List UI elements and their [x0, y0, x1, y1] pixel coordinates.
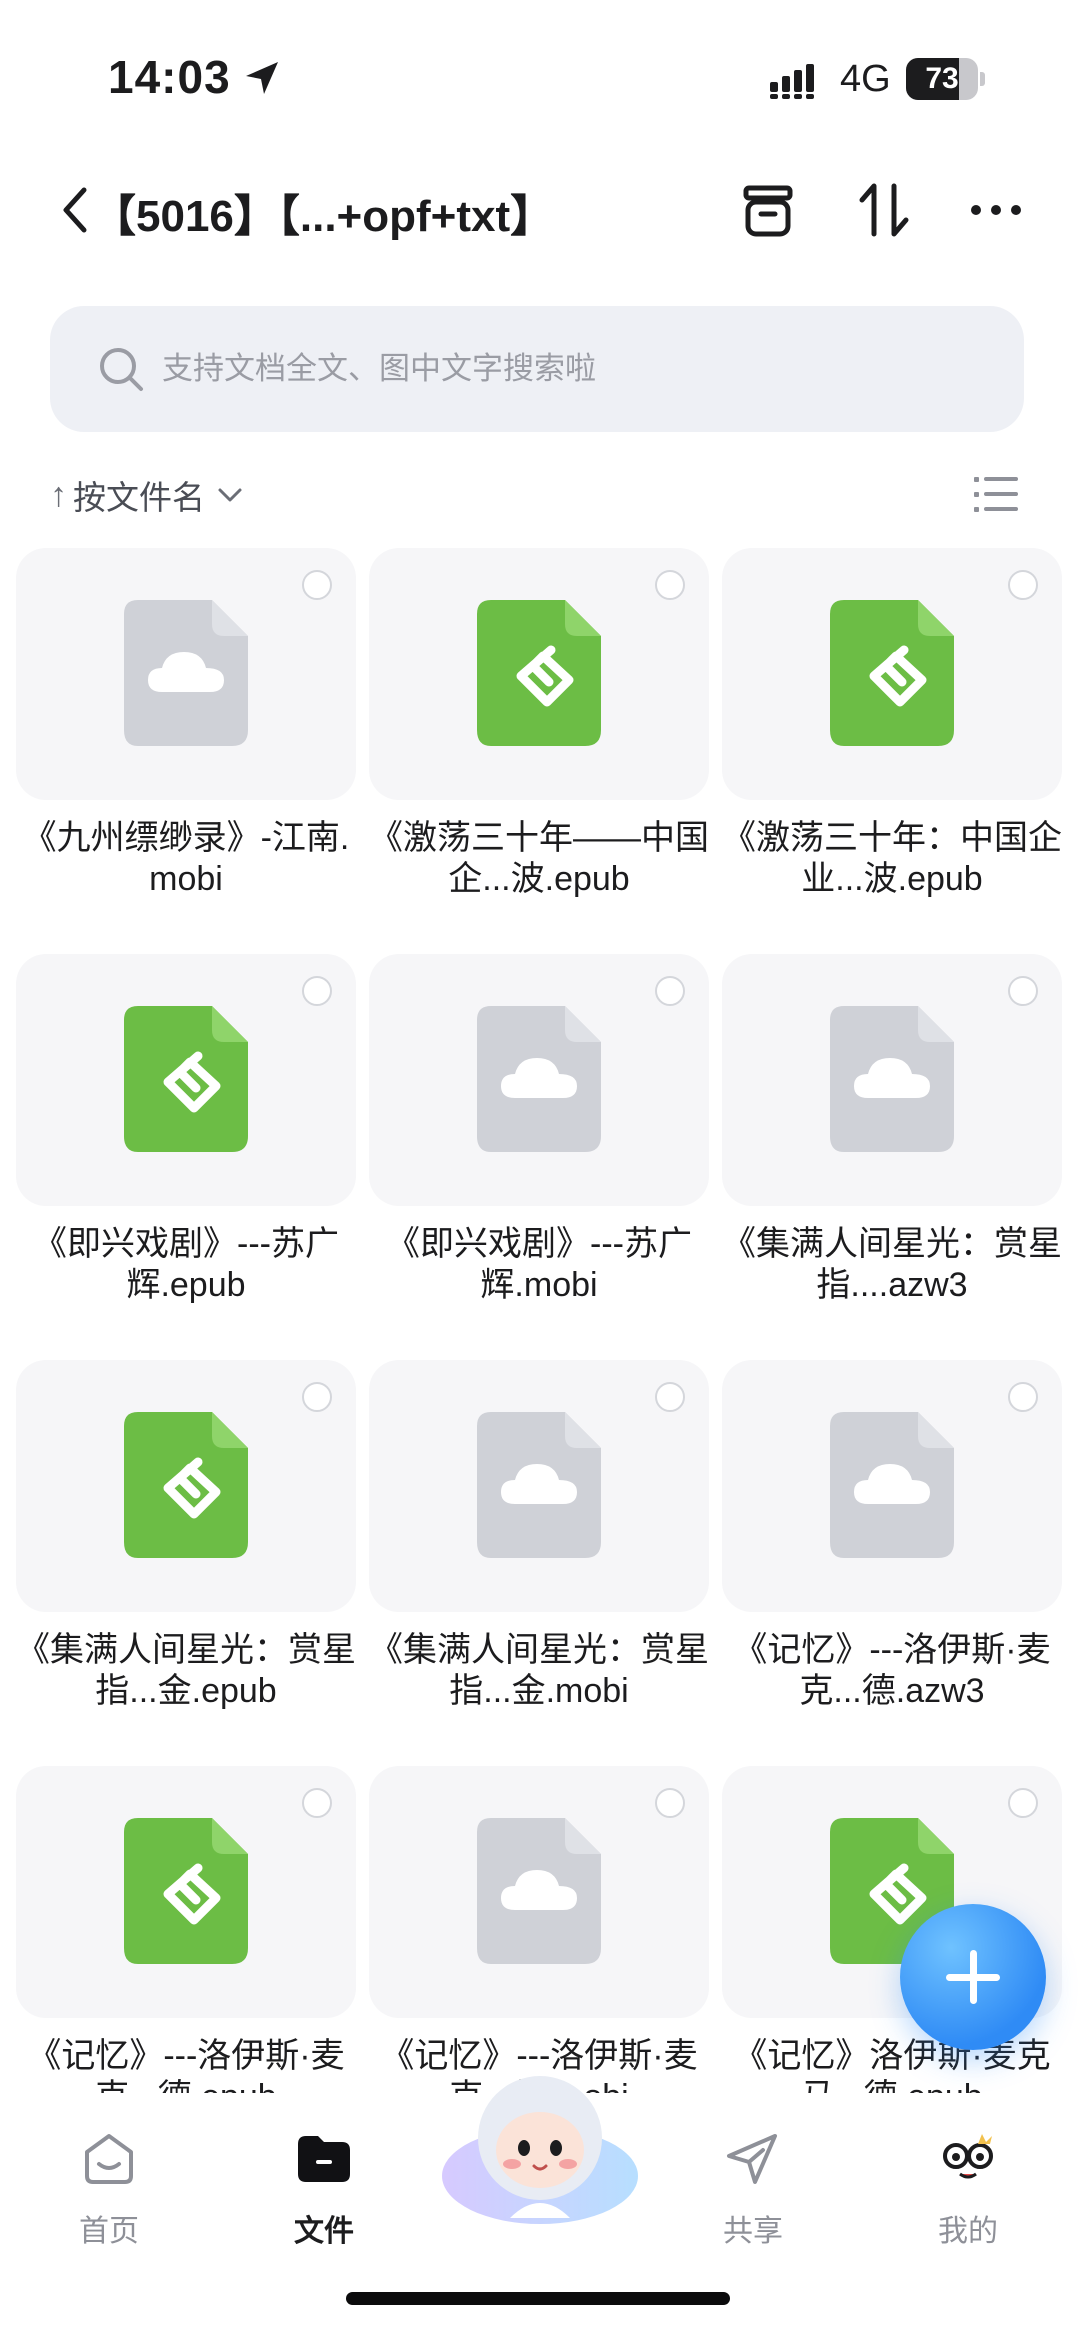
back-chevron-icon[interactable]: [56, 182, 96, 238]
file-thumbnail[interactable]: [722, 548, 1062, 800]
file-name: 《记忆》---洛伊斯·麦克...德.azw3: [733, 1631, 1051, 1710]
search-bar[interactable]: [50, 306, 1024, 432]
file-thumbnail[interactable]: [16, 954, 356, 1206]
cloud-file-icon: [477, 1006, 601, 1152]
assistant-mascot-icon[interactable]: [440, 2068, 640, 2228]
file-card[interactable]: 《即兴戏剧》---苏广辉.mobi: [369, 954, 709, 1354]
battery-indicator: 73: [906, 58, 985, 100]
epub-file-icon: [124, 1818, 248, 1964]
folder-icon: [298, 2136, 350, 2182]
folder-title: 【5016】【...+opf+txt】: [92, 192, 555, 241]
select-checkbox[interactable]: [655, 976, 685, 1006]
tab-me[interactable]: 我的: [893, 2128, 1043, 2268]
file-thumbnail[interactable]: [16, 548, 356, 800]
epub-file-icon: [124, 1006, 248, 1152]
epub-file-icon: [124, 1412, 248, 1558]
chevron-down-icon: [218, 488, 242, 502]
sort-icon[interactable]: [852, 178, 916, 242]
file-name: 《集满人间星光：赏星指...金.epub: [16, 1631, 356, 1710]
select-checkbox[interactable]: [302, 1382, 332, 1412]
cloud-file-icon: [830, 1412, 954, 1558]
file-name: 《激荡三十年——中国企...波.epub: [369, 819, 709, 898]
select-checkbox[interactable]: [655, 570, 685, 600]
select-checkbox[interactable]: [1008, 1382, 1038, 1412]
file-name: 《九州缥缈录》-江南.mobi: [22, 819, 350, 898]
file-card[interactable]: 《激荡三十年：中国企业...波.epub: [722, 548, 1062, 948]
file-thumbnail[interactable]: [722, 1360, 1062, 1612]
status-time: 14:03: [108, 51, 231, 103]
home-icon: [85, 2134, 133, 2184]
sort-selector[interactable]: ↑ 按文件名: [50, 470, 245, 520]
network-type: 4G: [840, 58, 891, 100]
cellular-signal-icon: [770, 64, 814, 99]
file-grid: 《九州缥缈录》-江南.mobi 《激荡三十年——中国企...波.epub 《激荡三十…: [16, 548, 1066, 2093]
cloud-file-icon: [477, 1412, 601, 1558]
cloud-file-icon: [124, 600, 248, 746]
send-icon: [727, 2134, 777, 2184]
file-thumbnail[interactable]: [369, 1766, 709, 2018]
nav-bar: 【5016】【...+opf+txt】: [0, 160, 1080, 260]
file-name: 《集满人间星光：赏星指...金.mobi: [369, 1631, 709, 1710]
select-checkbox[interactable]: [1008, 570, 1038, 600]
file-card[interactable]: 《即兴戏剧》---苏广辉.epub: [16, 954, 356, 1354]
file-card[interactable]: 《记忆》---洛伊斯·麦克...德.epub: [16, 1766, 356, 2093]
tab-share-label: 共享: [723, 2215, 783, 2248]
location-arrow-icon: [246, 62, 278, 94]
select-checkbox[interactable]: [1008, 1788, 1038, 1818]
file-name: 《记忆》洛伊斯·麦克马...德.epub: [733, 2037, 1051, 2093]
file-card[interactable]: 《九州缥缈录》-江南.mobi: [16, 548, 356, 948]
file-card[interactable]: 《集满人间星光：赏星指...金.epub: [16, 1360, 356, 1760]
home-indicator: [346, 2292, 730, 2305]
search-icon: [100, 348, 143, 391]
archive-box-icon[interactable]: [736, 178, 800, 242]
file-thumbnail[interactable]: [369, 548, 709, 800]
file-name: 《集满人间星光：赏星指....azw3: [722, 1225, 1062, 1304]
tab-share[interactable]: 共享: [678, 2128, 828, 2268]
file-name: 《激荡三十年：中国企业...波.epub: [722, 819, 1062, 898]
add-file-button[interactable]: [900, 1904, 1046, 2050]
status-bar: 14:03 4G 73: [0, 0, 1080, 150]
list-view-icon[interactable]: [972, 472, 1020, 516]
file-thumbnail[interactable]: [722, 954, 1062, 1206]
file-thumbnail[interactable]: [16, 1360, 356, 1612]
file-card[interactable]: 《激荡三十年——中国企...波.epub: [369, 548, 709, 948]
tab-home[interactable]: 首页: [34, 2128, 184, 2268]
file-thumbnail[interactable]: [369, 954, 709, 1206]
file-name: 《即兴戏剧》---苏广辉.epub: [33, 1225, 339, 1304]
profile-mascot-icon: [943, 2134, 993, 2179]
select-checkbox[interactable]: [302, 976, 332, 1006]
file-name: 《记忆》---洛伊斯·麦克...德.epub: [27, 2037, 345, 2093]
file-card[interactable]: 《记忆》---洛伊斯·麦克...德.mobi: [369, 1766, 709, 2093]
more-options-icon[interactable]: [964, 178, 1028, 242]
epub-file-icon: [830, 600, 954, 746]
file-card[interactable]: 《集满人间星光：赏星指...金.mobi: [369, 1360, 709, 1760]
tab-files-label: 文件: [294, 2215, 354, 2248]
select-checkbox[interactable]: [655, 1382, 685, 1412]
select-checkbox[interactable]: [302, 1788, 332, 1818]
cloud-file-icon: [830, 1006, 954, 1152]
file-name: 《即兴戏剧》---苏广辉.mobi: [386, 1225, 692, 1304]
select-checkbox[interactable]: [655, 1788, 685, 1818]
select-checkbox[interactable]: [1008, 976, 1038, 1006]
file-card[interactable]: 《集满人间星光：赏星指....azw3: [722, 954, 1062, 1354]
sort-label: 按文件名: [73, 479, 205, 516]
sort-direction-arrow: ↑: [50, 475, 67, 514]
epub-file-icon: [477, 600, 601, 746]
tab-files[interactable]: 文件: [249, 2128, 399, 2268]
search-input[interactable]: [162, 306, 982, 432]
tab-me-label: 我的: [938, 2215, 998, 2248]
cloud-file-icon: [477, 1818, 601, 1964]
battery-level: 73: [925, 62, 959, 95]
tab-home-label: 首页: [79, 2215, 139, 2248]
select-checkbox[interactable]: [302, 570, 332, 600]
file-thumbnail[interactable]: [369, 1360, 709, 1612]
file-thumbnail[interactable]: [16, 1766, 356, 2018]
file-card[interactable]: 《记忆》---洛伊斯·麦克...德.azw3: [722, 1360, 1062, 1760]
